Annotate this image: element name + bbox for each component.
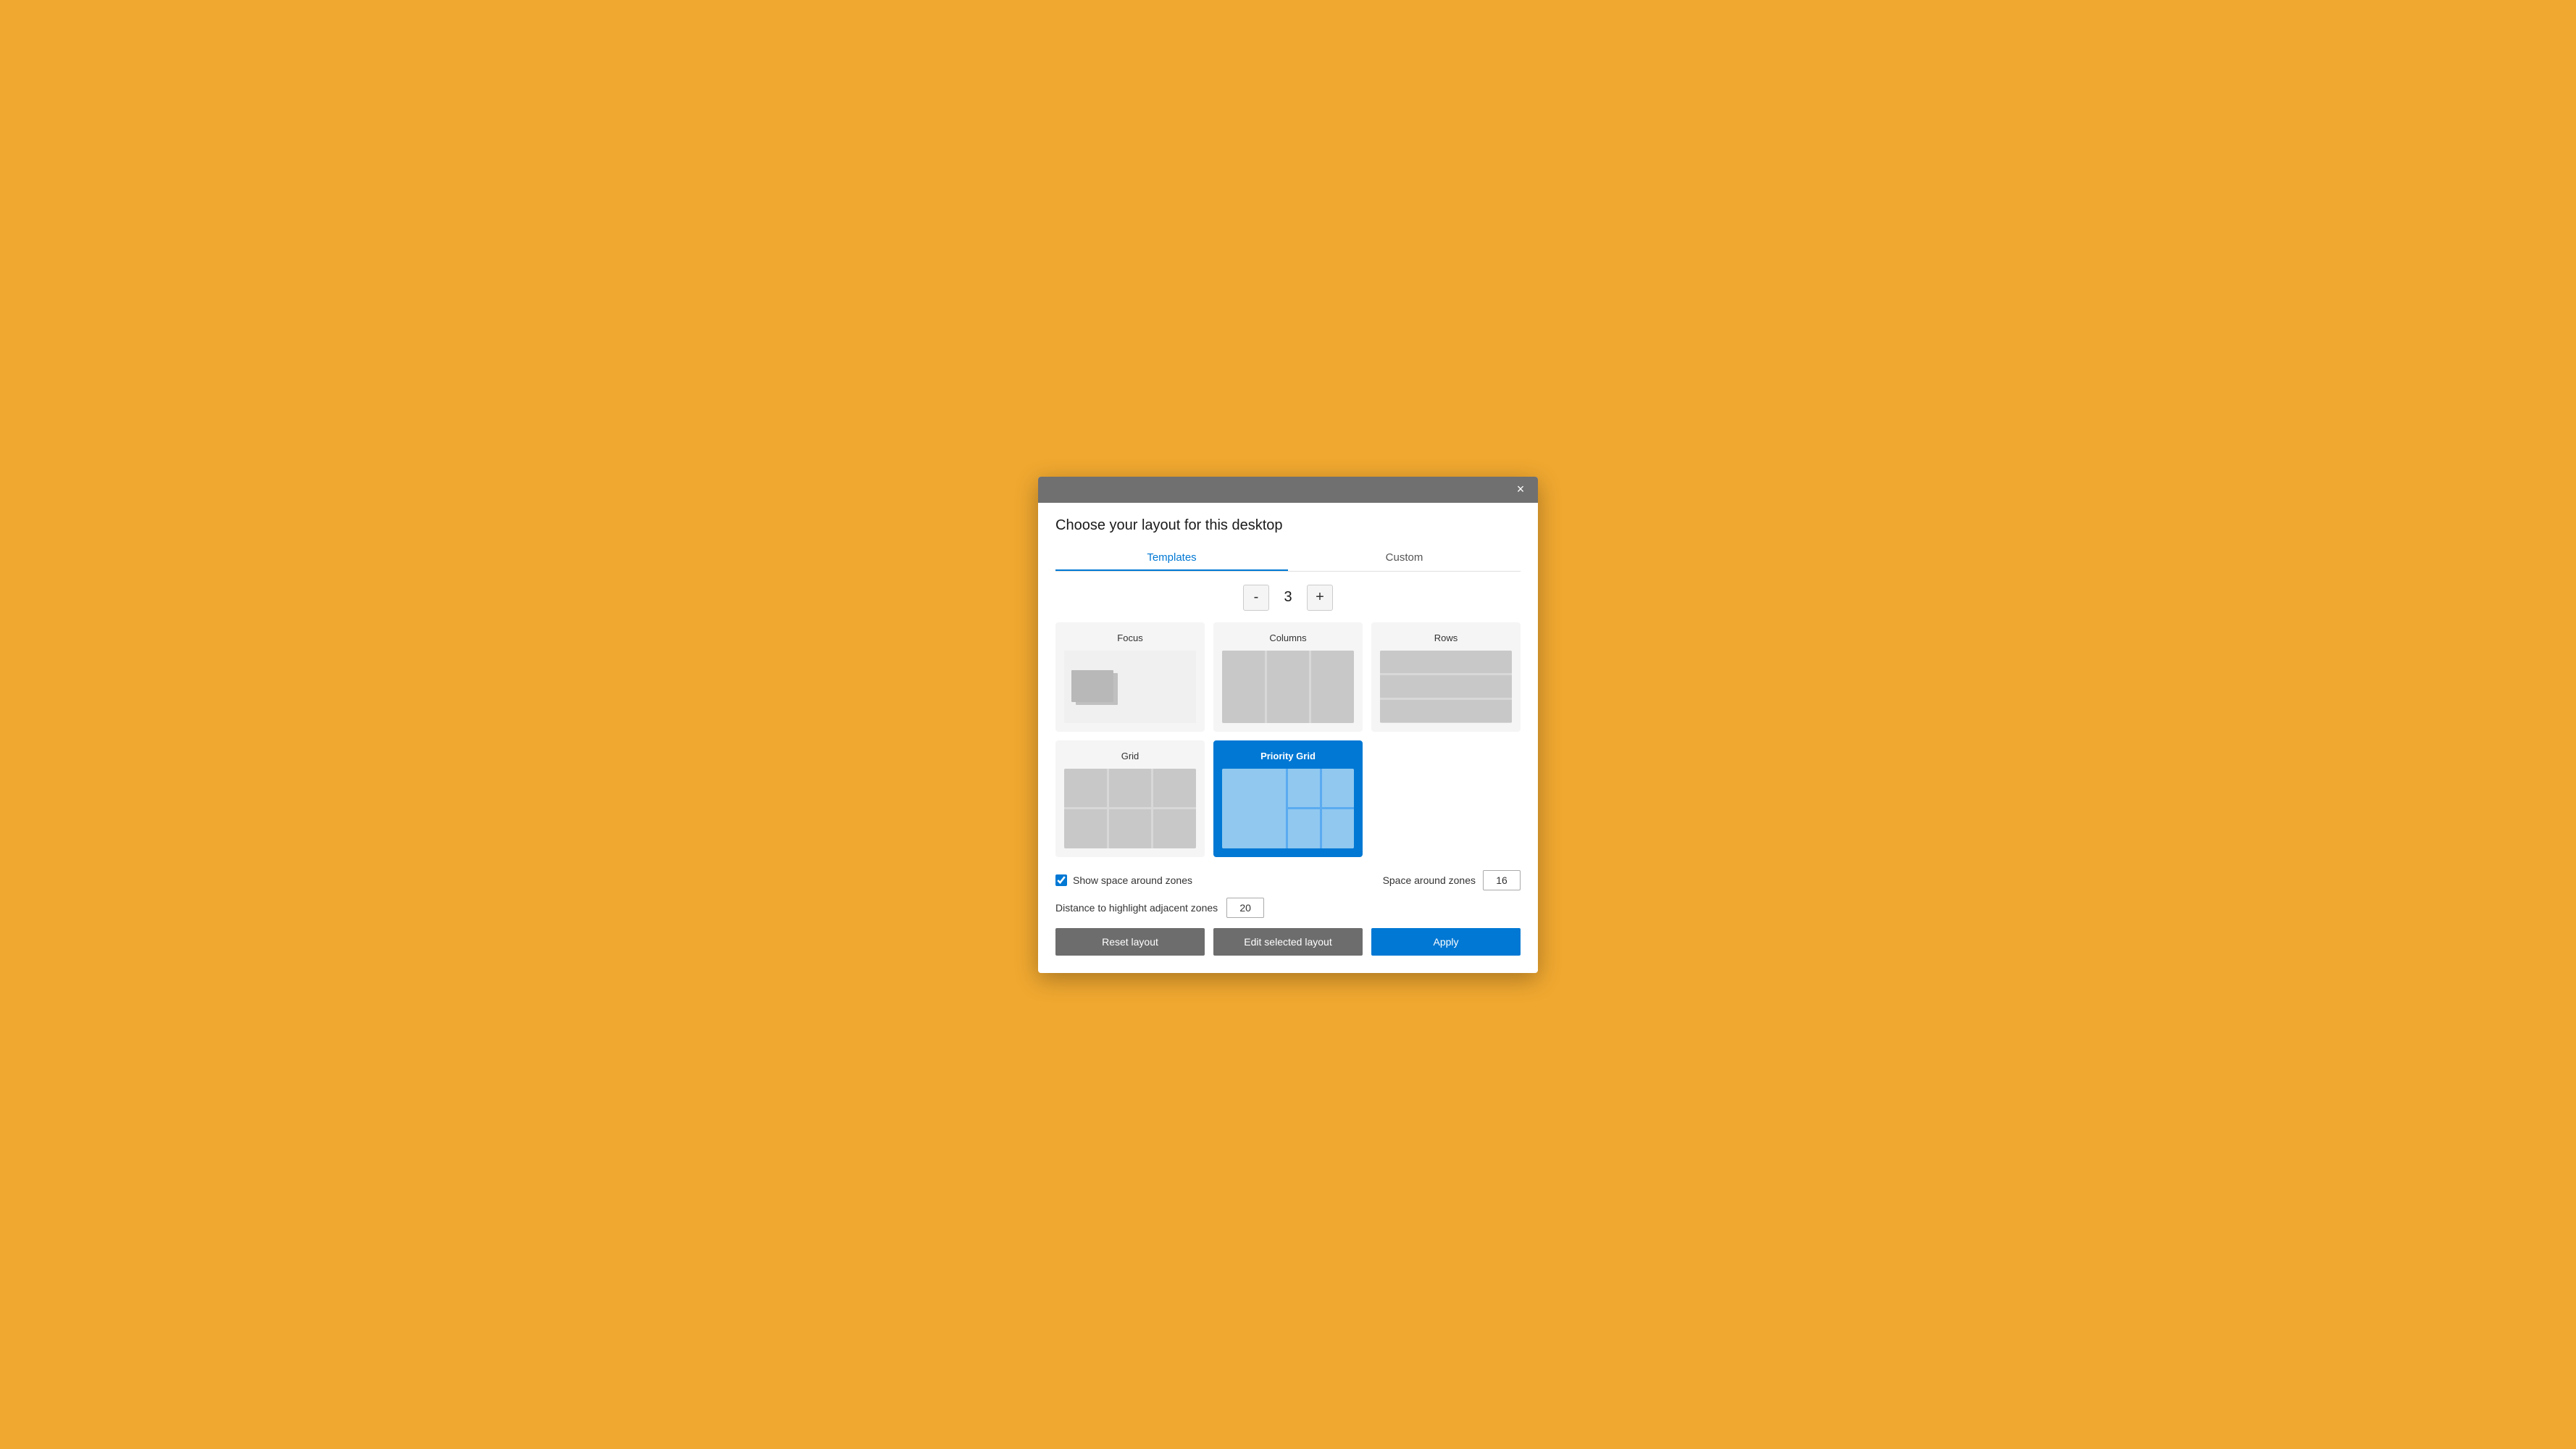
row-zone-2 [1380,675,1512,698]
priority-zone-main [1222,769,1286,848]
close-button[interactable]: × [1510,480,1531,500]
tab-templates[interactable]: Templates [1055,546,1288,571]
layout-dialog: × Choose your layout for this desktop Te… [1038,477,1538,973]
rows-label: Rows [1434,632,1458,643]
space-around-input[interactable] [1483,870,1521,890]
layout-card-priority-grid[interactable]: Priority Grid [1213,740,1363,857]
tab-custom[interactable]: Custom [1288,546,1521,571]
grid-zone-5 [1109,809,1152,848]
apply-button[interactable]: Apply [1371,928,1521,956]
focus-preview [1064,651,1196,723]
zone-counter: - 3 + [1055,585,1521,611]
col-zone-1 [1222,651,1265,723]
increment-button[interactable]: + [1307,585,1333,611]
distance-row: Distance to highlight adjacent zones [1055,898,1521,918]
layout-card-columns[interactable]: Columns [1213,622,1363,732]
titlebar: × [1038,477,1538,503]
col-zone-2 [1267,651,1310,723]
priority-zone-4 [1288,809,1320,848]
grid-preview [1064,769,1196,848]
show-space-text: Show space around zones [1073,874,1192,886]
empty-slot [1371,740,1521,857]
grid-zone-2 [1109,769,1152,808]
grid-zone-6 [1153,809,1196,848]
focus-label: Focus [1117,632,1142,643]
row-zone-1 [1380,651,1512,673]
row-zone-3 [1380,700,1512,722]
dialog-title: Choose your layout for this desktop [1055,517,1521,534]
columns-label: Columns [1269,632,1306,643]
priority-grid-preview [1222,769,1354,848]
layout-card-grid[interactable]: Grid [1055,740,1205,857]
buttons-row: Reset layout Edit selected layout Apply [1055,928,1521,956]
grid-zone-3 [1153,769,1196,808]
dialog-body: Choose your layout for this desktop Temp… [1038,503,1538,973]
distance-label: Distance to highlight adjacent zones [1055,902,1218,914]
grid-zone-1 [1064,769,1107,808]
focus-stack [1071,670,1115,703]
reset-layout-button[interactable]: Reset layout [1055,928,1205,956]
grid-zone-4 [1064,809,1107,848]
counter-value: 3 [1281,589,1295,606]
col-zone-3 [1311,651,1354,723]
tab-bar: Templates Custom [1055,546,1521,572]
layout-grid: Focus Columns Rows [1055,622,1521,857]
priority-grid-label: Priority Grid [1260,751,1316,761]
space-around-row: Space around zones [1383,870,1521,890]
options-section: Show space around zones Space around zon… [1055,870,1521,918]
priority-zone-3 [1322,769,1354,808]
decrement-button[interactable]: - [1243,585,1269,611]
columns-preview [1222,651,1354,723]
layout-card-rows[interactable]: Rows [1371,622,1521,732]
distance-input[interactable] [1226,898,1264,918]
edit-layout-button[interactable]: Edit selected layout [1213,928,1363,956]
layout-card-focus[interactable]: Focus [1055,622,1205,732]
show-space-label[interactable]: Show space around zones [1055,874,1192,886]
priority-zone-2 [1288,769,1320,808]
focus-rect-front [1071,670,1113,702]
priority-zone-5 [1322,809,1354,848]
rows-preview [1380,651,1512,723]
options-row-1: Show space around zones Space around zon… [1055,870,1521,890]
show-space-checkbox[interactable] [1055,874,1067,886]
space-around-label: Space around zones [1383,874,1476,886]
grid-label: Grid [1121,751,1139,761]
